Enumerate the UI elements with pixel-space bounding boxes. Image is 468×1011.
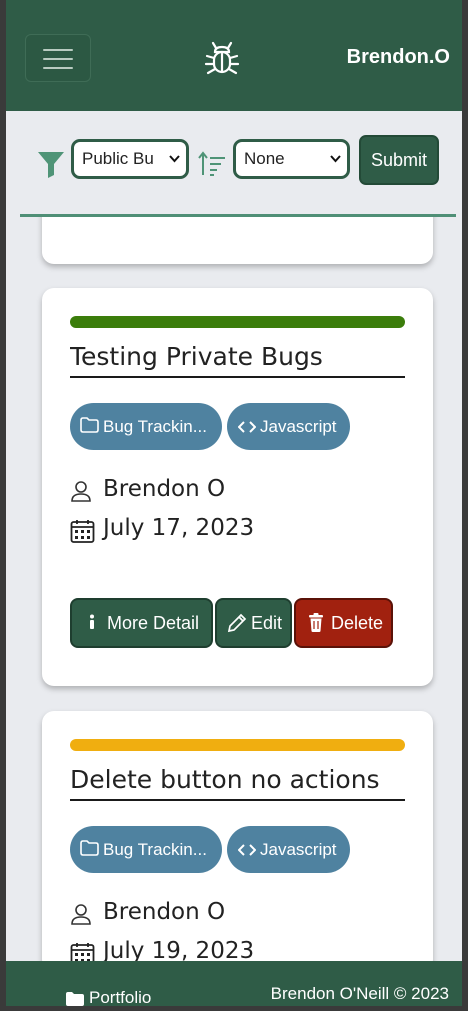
hamburger-menu-button[interactable]	[25, 34, 91, 82]
priority-bar	[70, 316, 405, 328]
user-icon	[71, 481, 91, 502]
date-row: July 19, 2023	[70, 938, 370, 961]
language-tag[interactable]: Javascript	[227, 403, 350, 450]
folder-icon	[80, 417, 99, 433]
delete-label: Delete	[331, 613, 384, 633]
edit-label: Edit	[251, 613, 283, 633]
chevron-down-icon	[169, 155, 180, 163]
visibility-select-value: Public Bu	[82, 149, 154, 168]
info-icon	[90, 614, 94, 629]
project-tag-label: Bug Trackin...	[103, 417, 207, 436]
language-tag-label: Javascript	[260, 840, 337, 859]
app-frame: Brendon.O Testing Private Bugs Bug Track…	[6, 0, 462, 1006]
bug-title: Testing Private Bugs	[70, 342, 405, 378]
project-tag[interactable]: Bug Trackin...	[70, 826, 222, 873]
bug-card: Testing Private Bugs Bug Trackin... Java…	[42, 288, 433, 686]
sort-ascending-icon[interactable]	[197, 151, 227, 177]
project-tag[interactable]: Bug Trackin...	[70, 403, 222, 450]
copyright-text: Brendon O'Neill © 2023	[270, 984, 449, 1003]
bug-date: July 17, 2023	[103, 515, 255, 541]
bug-card: Delete button no actions Bug Trackin... …	[42, 711, 433, 961]
folder-icon	[80, 840, 99, 856]
pencil-icon	[227, 613, 247, 633]
bug-title: Delete button no actions	[70, 765, 405, 801]
more-detail-button[interactable]: More Detail	[70, 598, 213, 648]
edit-button[interactable]: Edit	[215, 598, 292, 648]
priority-bar	[70, 739, 405, 751]
bug-date: July 19, 2023	[103, 938, 255, 961]
bug-icon[interactable]	[204, 40, 240, 78]
code-icon	[238, 421, 256, 433]
author-name: Brendon O	[103, 899, 226, 925]
submit-button[interactable]: Submit	[359, 135, 439, 185]
code-icon	[238, 844, 256, 856]
trash-icon	[309, 613, 323, 632]
delete-button[interactable]: Delete	[294, 598, 393, 648]
hamburger-line	[43, 67, 73, 69]
author-row: Brendon O	[70, 899, 370, 931]
more-detail-label: More Detail	[107, 613, 200, 633]
chevron-down-icon	[330, 155, 341, 163]
brand-name[interactable]: Brendon.O	[347, 46, 450, 69]
calendar-icon	[70, 943, 95, 961]
author-row: Brendon O	[70, 476, 370, 508]
hamburger-line	[43, 49, 73, 51]
footer: Portfolio Brendon O'Neill © 2023	[6, 961, 462, 1006]
sort-select[interactable]: None	[233, 139, 350, 179]
calendar-icon	[70, 520, 95, 543]
portfolio-link-label: Portfolio	[89, 988, 152, 1006]
date-row: July 17, 2023	[70, 515, 370, 547]
filter-toolbar: Public Bu None Submit	[20, 111, 456, 217]
funnel-icon[interactable]	[36, 149, 66, 179]
visibility-select[interactable]: Public Bu	[71, 139, 189, 179]
language-tag-label: Javascript	[260, 417, 337, 436]
sort-select-value: None	[244, 149, 285, 168]
author-name: Brendon O	[103, 476, 226, 502]
project-tag-label: Bug Trackin...	[103, 840, 207, 859]
language-tag[interactable]: Javascript	[227, 826, 350, 873]
hamburger-line	[43, 58, 73, 60]
top-navbar: Brendon.O	[6, 0, 462, 111]
folder-icon	[66, 992, 84, 1006]
user-icon	[71, 904, 91, 925]
bug-card-list[interactable]: Testing Private Bugs Bug Trackin... Java…	[6, 111, 462, 961]
